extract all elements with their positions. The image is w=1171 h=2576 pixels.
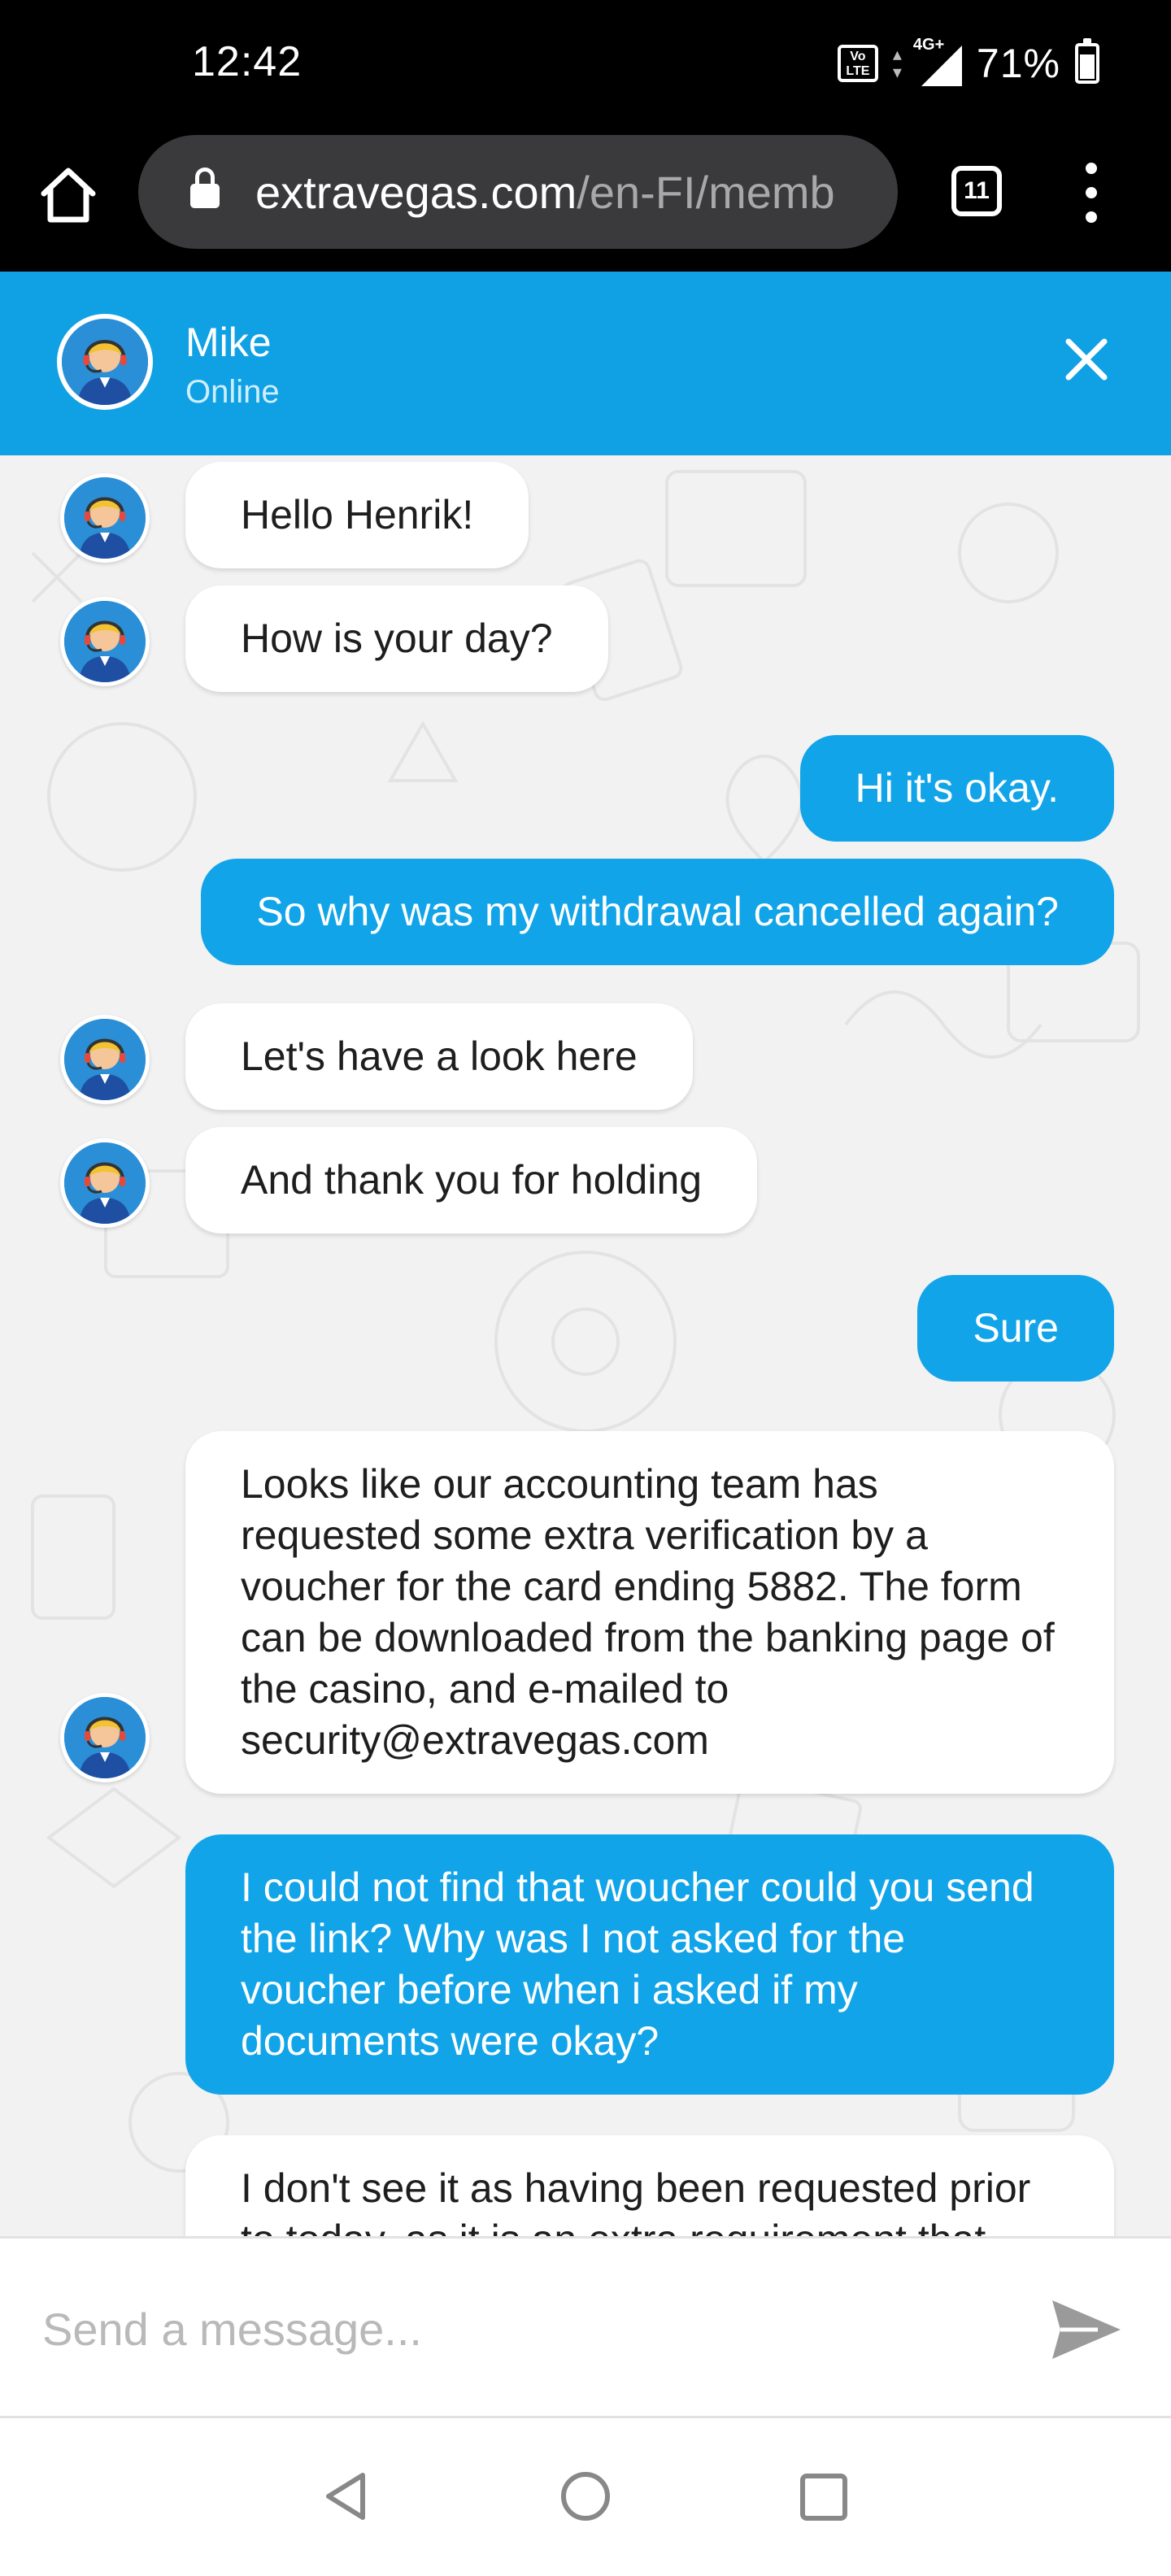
chat-header: Mike Online (0, 272, 1171, 455)
agent-status: Online (185, 374, 280, 410)
agent-avatar-icon (60, 1693, 150, 1782)
user-message: Hi it's okay. (799, 735, 1114, 842)
address-bar[interactable]: extravegas.com/en-FI/memb (138, 135, 898, 249)
send-icon[interactable] (1049, 2295, 1124, 2364)
signal-icon: 4G+ (913, 36, 962, 86)
close-icon[interactable] (1057, 330, 1116, 389)
network-type: 4G+ (912, 36, 945, 54)
status-bar: 12:42 Vo LTE ▴ ▾ 4G+ 71% (0, 0, 1171, 130)
nav-recents-icon[interactable] (800, 2474, 847, 2521)
nav-back-icon[interactable] (322, 2470, 371, 2522)
url-domain: extravegas.com (255, 166, 577, 218)
user-message: So why was my withdrawal cancelled again… (201, 859, 1114, 965)
agent-avatar-icon (60, 1138, 150, 1228)
browser-toolbar: extravegas.com/en-FI/memb 11 (0, 130, 1171, 272)
agent-name: Mike (185, 320, 272, 365)
more-vert-icon[interactable] (1075, 163, 1108, 223)
battery-icon (1075, 38, 1099, 84)
agent-avatar-icon (60, 1015, 150, 1104)
lock-icon (189, 168, 221, 208)
agent-message: Looks like our accounting team has reque… (185, 1431, 1114, 1794)
user-message: Sure (917, 1275, 1114, 1382)
battery-percentage: 71% (976, 41, 1060, 86)
message-composer (0, 2236, 1171, 2418)
status-time: 12:42 (192, 38, 303, 85)
agent-message: And thank you for holding (185, 1127, 758, 1234)
agent-message: Let's have a look here (185, 1003, 693, 1110)
data-arrows-icon: ▴ ▾ (892, 44, 902, 82)
nav-home-icon[interactable] (561, 2472, 610, 2521)
chat-messages[interactable]: Hello Henrik! How is your day? Hi it's o… (0, 455, 1171, 2236)
url-path: /en-FI/memb (577, 166, 835, 218)
agent-avatar-icon (60, 597, 150, 686)
tabs-icon[interactable]: 11 (951, 166, 1002, 216)
android-nav-bar (0, 2418, 1171, 2576)
message-input[interactable] (42, 2292, 1002, 2365)
agent-avatar-icon (60, 473, 150, 563)
home-icon[interactable] (36, 163, 101, 228)
agent-message: How is your day? (185, 585, 608, 692)
agent-message: I don't see it as having been requested … (185, 2135, 1114, 2236)
status-icons: Vo LTE ▴ ▾ 4G+ 71% (837, 36, 1099, 89)
url-text[interactable]: extravegas.com/en-FI/memb (255, 166, 835, 219)
agent-avatar-icon (57, 314, 153, 410)
agent-message: Hello Henrik! (185, 462, 529, 568)
volte-icon: Vo LTE (837, 45, 878, 82)
user-message: I could not find that woucher could you … (185, 1834, 1114, 2095)
